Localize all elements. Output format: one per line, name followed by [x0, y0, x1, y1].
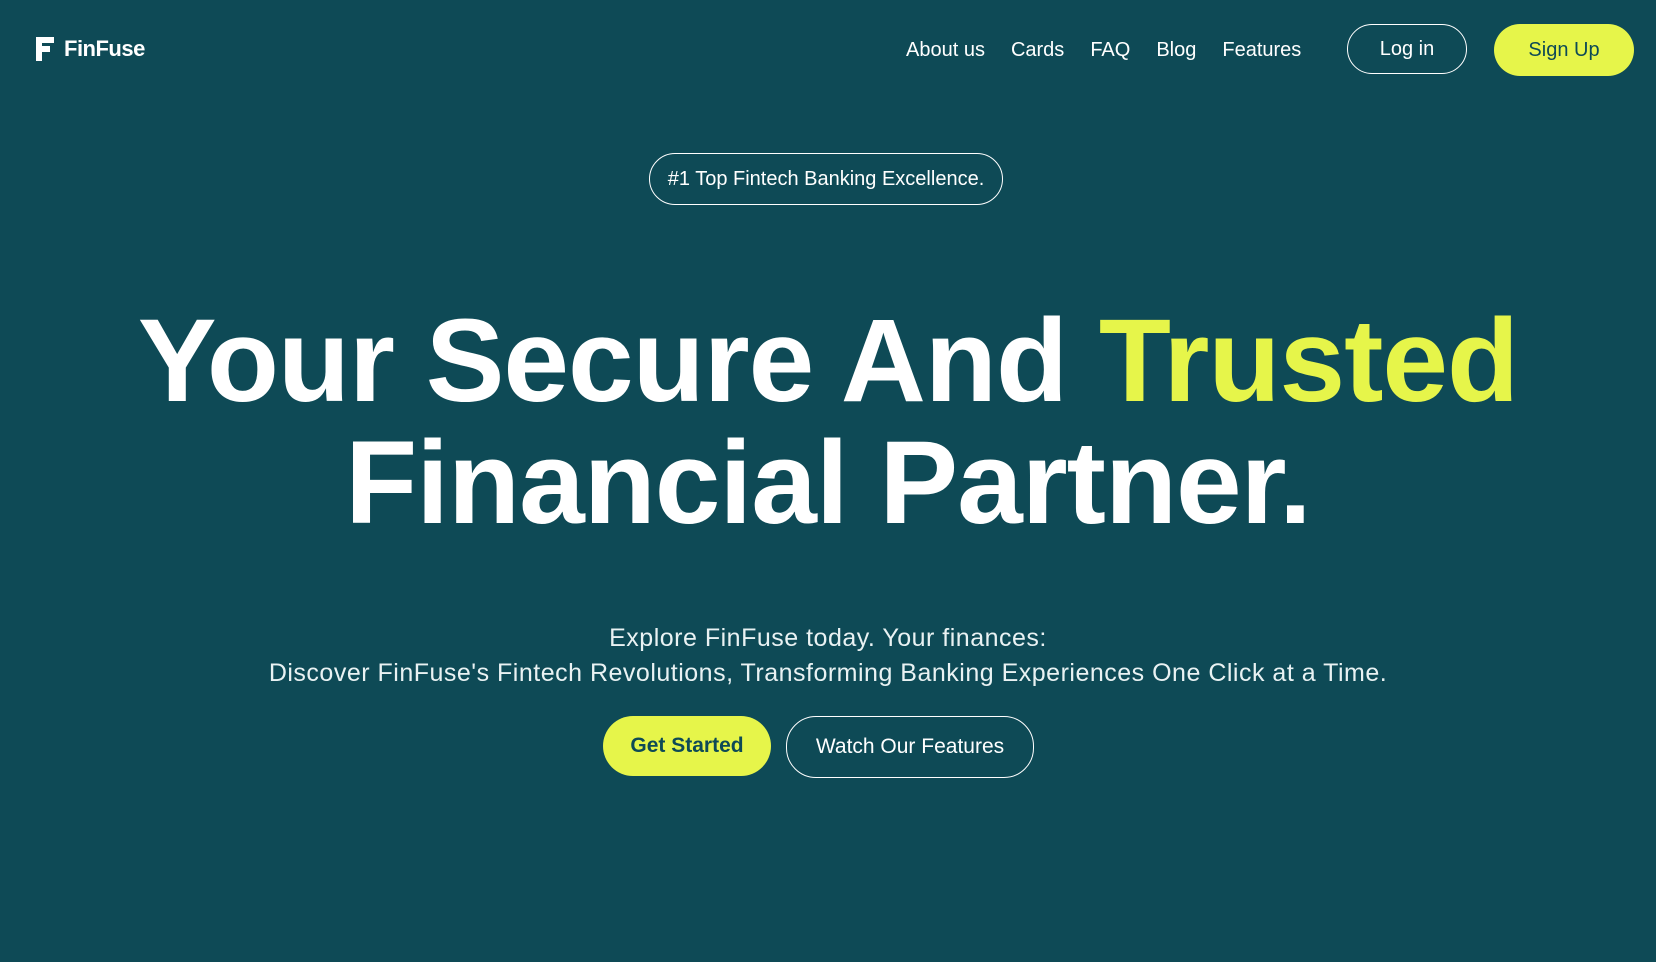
finfuse-f-logo-icon: [36, 37, 54, 61]
hero-headline: Your Secure And Trusted Financial Partne…: [0, 300, 1656, 544]
login-button[interactable]: Log in: [1347, 24, 1467, 74]
nav-link-blog[interactable]: Blog: [1156, 36, 1196, 64]
subtext-line-2: Discover FinFuse's Fintech Revolutions, …: [268, 659, 1388, 687]
signup-button[interactable]: Sign Up: [1494, 24, 1634, 76]
nav-links: About us Cards FAQ Blog Features: [906, 36, 1327, 64]
headline-part-1: Your Secure And: [137, 295, 1068, 427]
nav-link-cards[interactable]: Cards: [1011, 36, 1064, 64]
brand-logo-link[interactable]: FinFuse: [32, 35, 145, 63]
brand-name: FinFuse: [64, 36, 145, 61]
headline-accent: Trusted: [1098, 295, 1519, 427]
get-started-button[interactable]: Get Started: [603, 716, 771, 776]
nav-link-about-us[interactable]: About us: [906, 36, 985, 64]
nav-link-faq[interactable]: FAQ: [1090, 36, 1130, 64]
headline-part-2: Financial Partner.: [345, 417, 1312, 549]
watch-features-button[interactable]: Watch Our Features: [786, 716, 1034, 778]
subtext-line-1: Explore FinFuse today. Your finances:: [609, 624, 1047, 652]
award-badge: #1 Top Fintech Banking Excellence.: [649, 153, 1003, 205]
top-navigation: FinFuse About us Cards FAQ Blog Features…: [0, 0, 1656, 100]
hero-subtext: Explore FinFuse today. Your finances: Di…: [0, 621, 1656, 691]
nav-link-features[interactable]: Features: [1222, 36, 1301, 64]
